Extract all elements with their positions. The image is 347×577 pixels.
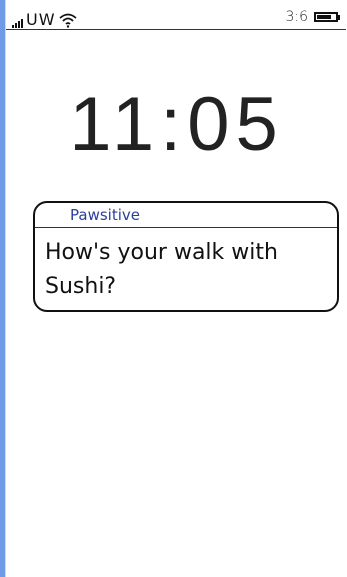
notification-app-name: Pawsitive xyxy=(70,206,140,224)
status-bar-divider xyxy=(6,29,346,30)
notification-message: How's your walk with Sushi? xyxy=(45,240,278,299)
carrier-name: UW xyxy=(26,10,56,29)
battery-icon xyxy=(314,12,340,22)
notification-divider xyxy=(35,227,337,228)
lock-screen: UW 3:6 11:05 Pawsitive How's your walk w xyxy=(5,0,347,577)
lock-screen-clock: 11:05 xyxy=(69,82,284,167)
battery-level xyxy=(317,15,331,19)
status-bar: UW 3:6 xyxy=(6,6,346,30)
status-time: 3:6 xyxy=(285,9,308,25)
notification-card[interactable]: Pawsitive How's your walk with Sushi? xyxy=(33,201,339,312)
wifi-icon xyxy=(58,13,77,28)
signal-bars-icon xyxy=(12,18,23,28)
status-left: UW xyxy=(12,6,77,28)
phone-frame: UW 3:6 11:05 Pawsitive How's your walk w xyxy=(0,0,347,577)
status-right: 3:6 xyxy=(285,6,340,28)
